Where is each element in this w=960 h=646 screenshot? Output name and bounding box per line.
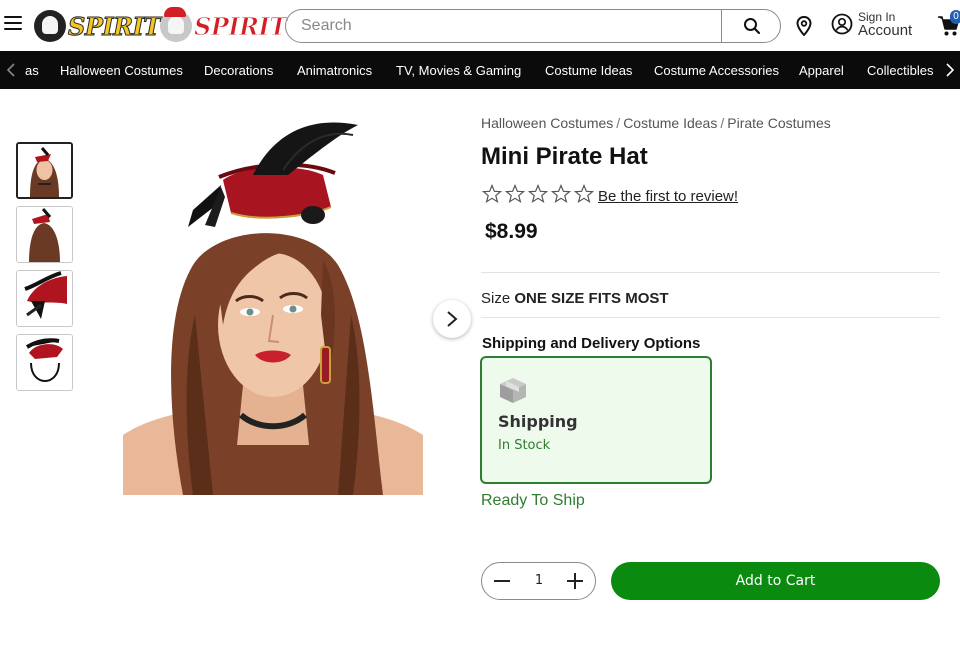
logo-text: SPIRIT [68, 11, 162, 41]
size-value: ONE SIZE FITS MOST [514, 290, 669, 307]
add-to-cart-button[interactable]: Add to Cart [611, 562, 940, 600]
product-thumbnail-image [17, 207, 72, 262]
star-rating [482, 184, 597, 204]
quantity-increase-button[interactable] [557, 563, 593, 599]
search-icon [743, 18, 760, 35]
search-bar [285, 9, 781, 43]
nav-item-costume-accessories[interactable]: Costume Accessories [654, 63, 779, 78]
logo-text-red: SPIRIT [194, 11, 288, 41]
nav-scroll-right[interactable] [941, 51, 959, 89]
search-input[interactable] [286, 10, 721, 42]
shipping-heading: Shipping and Delivery Options [482, 335, 701, 352]
size-label: Size [481, 290, 511, 307]
section-divider [481, 272, 940, 273]
breadcrumb-separator: / [616, 115, 621, 131]
spirit-christmas-logo[interactable]: SPIRIT [160, 7, 288, 44]
site-header: SPIRIT SPIRIT Sign In Account 0 [0, 0, 960, 51]
nav-scroll-left[interactable] [2, 51, 20, 89]
account-label: Account [858, 22, 913, 39]
quantity-decrease-button[interactable] [484, 563, 520, 599]
size-selector: Size ONE SIZE FITS MOST [481, 290, 669, 307]
section-divider [481, 317, 940, 318]
nav-item-decorations[interactable]: Decorations [204, 63, 273, 78]
shipping-option-label: Shipping [498, 412, 578, 431]
nav-item-partial[interactable]: as [25, 63, 39, 78]
product-thumbnail-image [18, 144, 71, 197]
product-main-image[interactable] [123, 115, 423, 495]
santa-logo-icon [160, 7, 192, 42]
chevron-left-icon [7, 63, 15, 77]
account-icon [831, 13, 853, 35]
store-location-icon[interactable] [795, 16, 813, 36]
product-photo [123, 115, 423, 495]
star-empty-icon [482, 184, 502, 204]
plus-icon [567, 573, 583, 589]
search-button[interactable] [721, 10, 780, 42]
minus-icon [494, 580, 510, 582]
thumbnail-2[interactable] [16, 206, 73, 263]
nav-item-tv-movies-gaming[interactable]: TV, Movies & Gaming [396, 63, 521, 78]
star-empty-icon [551, 184, 571, 204]
star-empty-icon [574, 184, 594, 204]
product-price: $8.99 [485, 220, 538, 243]
breadcrumb: Halloween Costumes / Costume Ideas / Pirate … [481, 115, 831, 131]
account-link[interactable]: Sign In Account [831, 10, 912, 38]
star-empty-icon [505, 184, 525, 204]
cart-count-badge: 0 [950, 10, 960, 24]
breadcrumb-link-halloween-costumes[interactable]: Halloween Costumes [481, 115, 613, 131]
menu-icon[interactable] [4, 16, 22, 32]
thumbnail-1[interactable] [16, 142, 73, 199]
write-review-link[interactable]: Be the first to review! [598, 188, 738, 205]
breadcrumb-link-costume-ideas[interactable]: Costume Ideas [623, 115, 717, 131]
chevron-right-icon [447, 311, 458, 327]
nav-item-apparel[interactable]: Apparel [799, 63, 844, 78]
nav-item-halloween-costumes[interactable]: Halloween Costumes [60, 63, 183, 78]
nav-item-costume-ideas[interactable]: Costume Ideas [545, 63, 632, 78]
stock-status: In Stock [498, 438, 551, 453]
thumbnail-4[interactable] [16, 334, 73, 391]
product-title: Mini Pirate Hat [481, 143, 648, 170]
nav-item-collectibles[interactable]: Collectibles [867, 63, 933, 78]
thumbnail-3[interactable] [16, 270, 73, 327]
nav-item-animatronics[interactable]: Animatronics [297, 63, 372, 78]
shipping-option-card[interactable]: Shipping In Stock [480, 356, 712, 484]
quantity-input[interactable]: 1 [520, 563, 558, 599]
product-thumbnail-image [17, 335, 72, 390]
product-thumbnail-image [17, 271, 72, 326]
image-next-button[interactable] [433, 300, 471, 338]
breadcrumb-separator: / [720, 115, 725, 131]
package-box-icon [500, 378, 526, 403]
chevron-right-icon [946, 63, 954, 77]
ready-to-ship-text: Ready To Ship [481, 492, 585, 509]
breadcrumb-link-pirate-costumes[interactable]: Pirate Costumes [727, 115, 830, 131]
ghost-logo-icon [34, 10, 66, 42]
quantity-stepper: 1 [481, 562, 596, 600]
star-empty-icon [528, 184, 548, 204]
spirit-logo[interactable]: SPIRIT [34, 8, 162, 44]
category-nav: as Halloween Costumes Decorations Animat… [0, 51, 960, 89]
